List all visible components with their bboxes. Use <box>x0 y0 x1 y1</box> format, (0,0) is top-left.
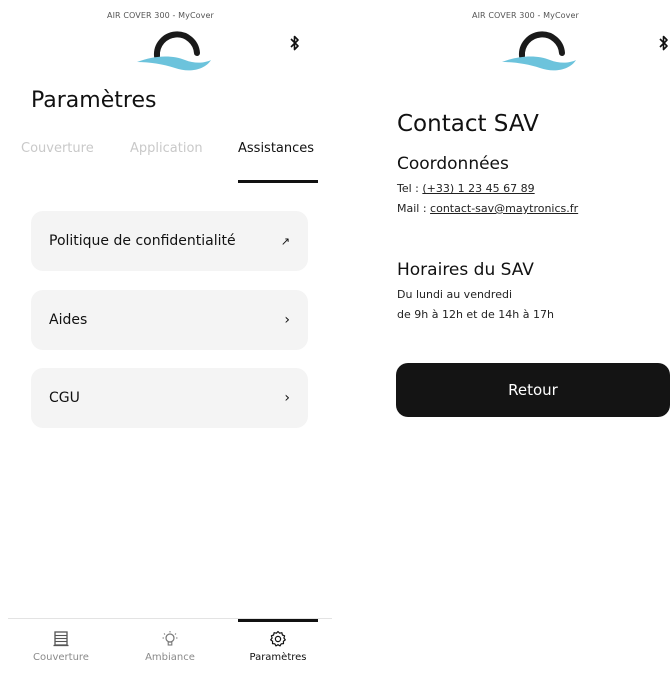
menu-item-label: CGU <box>49 390 80 406</box>
gear-icon <box>270 630 286 647</box>
nav-label: Couverture <box>33 652 89 663</box>
page-title: Paramètres <box>31 88 157 113</box>
terms-item[interactable]: CGU › <box>31 368 308 428</box>
chevron-right-icon: › <box>284 312 290 328</box>
app-name: AIR COVER 300 - MyCover <box>472 11 579 20</box>
cover-icon <box>53 631 69 647</box>
nav-item-parametres[interactable]: Paramètres <box>230 630 326 663</box>
hours-heading: Horaires du SAV <box>397 260 534 280</box>
nav-label: Ambiance <box>145 652 195 663</box>
help-item[interactable]: Aides › <box>31 290 308 350</box>
privacy-policy-item[interactable]: Politique de confidentialité ↗ <box>31 211 308 271</box>
page-title: Contact SAV <box>397 111 539 137</box>
tab-assistances[interactable]: Assistances <box>238 141 314 156</box>
phone-line: Tel : (+33) 1 23 45 67 89 <box>397 182 535 195</box>
mail-label: Mail : <box>397 202 431 215</box>
bluetooth-icon[interactable] <box>659 35 669 55</box>
nav-item-ambiance[interactable]: Ambiance <box>122 630 218 663</box>
app-logo-icon <box>502 31 576 71</box>
app-name: AIR COVER 300 - MyCover <box>107 11 214 20</box>
hours-days: Du lundi au vendredi <box>397 288 513 301</box>
phone-link[interactable]: (+33) 1 23 45 67 89 <box>422 182 534 195</box>
lightbulb-icon <box>162 631 178 646</box>
active-tab-indicator <box>238 180 318 183</box>
nav-label: Paramètres <box>249 652 307 663</box>
coordinates-heading: Coordonnées <box>397 154 509 174</box>
phone-label: Tel : <box>397 182 423 195</box>
nav-item-couverture[interactable]: Couverture <box>13 630 109 663</box>
tab-application[interactable]: Application <box>130 141 203 156</box>
settings-screen: AIR COVER 300 - MyCover Paramètres Couve… <box>0 0 340 675</box>
chevron-right-icon: › <box>284 390 290 406</box>
menu-item-label: Aides <box>49 312 88 328</box>
mail-link[interactable]: contact-sav@maytronics.fr <box>430 202 578 215</box>
tab-couverture[interactable]: Couverture <box>21 141 94 156</box>
back-button[interactable]: Retour <box>396 363 670 417</box>
app-logo-icon <box>137 31 211 71</box>
mail-line: Mail : contact-sav@maytronics.fr <box>397 202 578 215</box>
contact-screen: AIR COVER 300 - MyCover Contact SAV Coor… <box>365 0 670 675</box>
nav-active-indicator <box>238 619 318 622</box>
external-arrow-icon: ↗ <box>280 234 290 248</box>
bluetooth-icon[interactable] <box>290 35 300 55</box>
menu-item-label: Politique de confidentialité <box>49 233 236 249</box>
hours-times: de 9h à 12h et de 14h à 17h <box>397 308 554 321</box>
